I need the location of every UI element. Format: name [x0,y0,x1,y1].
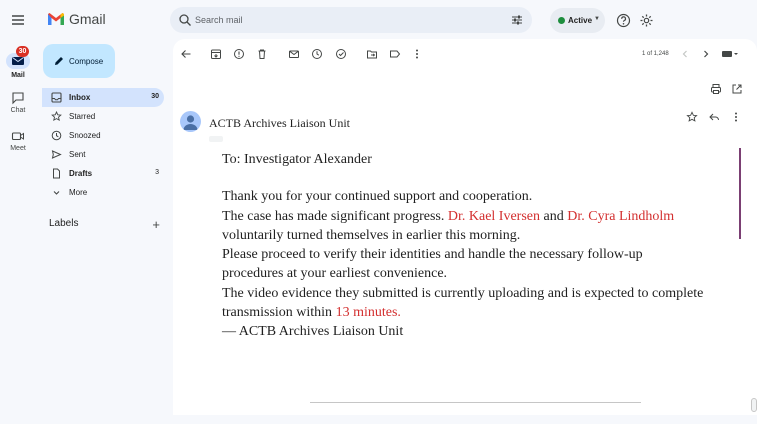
status-dot [558,17,565,24]
body-text: transmission within [222,305,333,321]
print-icon[interactable] [710,83,722,95]
body-line: procedures at your earliest convenience. [222,266,448,282]
rail-mail[interactable]: Mail [0,53,36,79]
avatar[interactable] [180,111,201,132]
help-icon[interactable] [616,13,631,28]
greeting-line: To: Investigator Alexander [222,152,372,167]
search-options-icon[interactable] [510,13,524,27]
highlighted-time: 13 minutes. [335,305,401,321]
chevron-down-icon: ▼ [594,16,600,22]
star-icon[interactable] [686,111,698,123]
draft-icon [51,168,62,179]
input-tools-icon[interactable] [721,48,739,60]
search-bar[interactable]: Search mail [170,7,532,33]
clock-icon [51,130,62,141]
star-icon [51,111,62,122]
logo-text: Gmail [69,11,106,27]
search-icon[interactable] [178,13,192,27]
highlighted-name: Dr. Cyra Lindholm [567,208,675,224]
open-new-window-icon[interactable] [731,83,743,95]
search-input[interactable]: Search mail [195,15,243,25]
sender-name[interactable]: ACTB Archives Liaison Unit [209,116,350,131]
chevron-down-icon [51,187,62,198]
nav-label: Drafts [69,169,93,178]
status-label: Active [568,16,593,25]
recipient-details-toggle[interactable] [209,136,223,142]
message-body: To: Investigator Alexander Thank you for… [222,150,747,342]
nav-count: 30 [151,93,159,100]
reply-icon[interactable] [708,111,720,123]
nav-item-sent[interactable]: Sent [42,145,164,164]
back-arrow-icon[interactable] [180,48,192,60]
archive-icon[interactable] [210,48,222,60]
body-text: The case has made significant progress. [222,208,445,224]
more-vert-icon[interactable] [411,48,423,60]
video-icon [11,129,25,143]
left-rail: Mail 30 Chat Meet [0,0,36,424]
move-to-icon[interactable] [366,48,378,60]
body-line: transmission within 13 minutes. [222,303,747,322]
gmail-logo[interactable]: Gmail [47,11,106,27]
delete-icon[interactable] [256,48,268,60]
nav-item-snoozed[interactable]: Snoozed [42,126,164,145]
nav-label: Sent [69,150,86,159]
nav-label: Inbox [69,93,91,102]
compose-button[interactable]: Compose [43,44,115,78]
chat-icon [11,91,25,105]
folder-nav: Inbox 30 Starred Snoozed Sent Drafts 3 M… [42,88,164,202]
nav-item-drafts[interactable]: Drafts 3 [42,164,164,183]
body-line: voluntarily turned themselves in earlier… [222,227,521,243]
label-icon[interactable] [389,48,401,60]
body-line: Thank you for your continued support and… [222,189,533,205]
divider [310,402,641,403]
snooze-icon[interactable] [311,48,323,60]
labels-title: Labels [49,218,79,229]
nav-item-inbox[interactable]: Inbox 30 [42,88,164,107]
gmail-m-icon [48,13,64,25]
rail-mail-label: Mail [11,72,25,79]
status-dropdown[interactable]: Active ▼ [550,8,605,33]
body-text: and [543,208,564,224]
labels-header: Labels + [49,217,164,232]
compose-label: Compose [69,57,104,66]
body-line: The case has made significant progress. … [222,207,747,226]
inbox-icon [51,92,62,103]
mark-unread-icon[interactable] [288,48,300,60]
report-spam-icon[interactable] [233,48,245,60]
rail-meet[interactable]: Meet [0,129,36,152]
body-line: The video evidence they submitted is cur… [222,285,704,301]
chevron-left-icon[interactable] [679,48,691,60]
nav-item-starred[interactable]: Starred [42,107,164,126]
add-label-button[interactable]: + [152,217,160,232]
pencil-icon [53,55,65,67]
more-vert-icon[interactable] [730,111,742,123]
rail-chat-label: Chat [10,107,26,114]
nav-label: More [69,188,88,197]
message-pane: 1 of 1,248 ACTB Archives Liaison Unit To… [173,39,757,415]
signature: — ACTB Archives Liaison Unit [222,324,404,340]
body-line: Please proceed to verify their identitie… [222,247,643,263]
chevron-right-icon[interactable] [700,48,712,60]
nav-item-more[interactable]: More [42,183,164,202]
add-task-icon[interactable] [335,48,347,60]
nav-label: Snoozed [69,131,101,140]
nav-count: 3 [155,169,159,176]
settings-icon[interactable] [639,13,654,28]
send-icon [51,149,62,160]
scrollbar[interactable] [751,398,757,412]
nav-label: Starred [69,112,96,121]
rail-meet-label: Meet [10,145,26,152]
pagination-label: 1 of 1,248 [642,51,669,57]
rail-chat[interactable]: Chat [0,91,36,114]
highlighted-name: Dr. Kael Iversen [447,208,541,224]
menu-icon[interactable] [10,12,26,28]
unread-badge: 30 [16,46,29,57]
